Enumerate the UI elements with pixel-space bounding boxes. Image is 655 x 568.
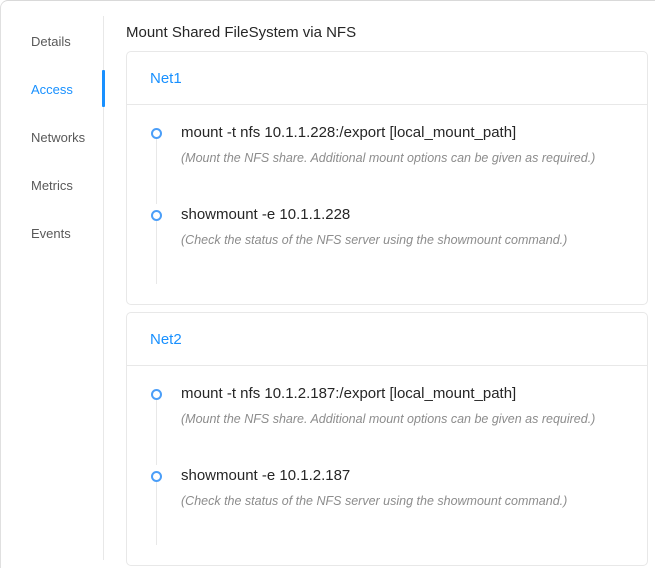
filesystem-access-panel: Details Access Networks Metrics Events M… — [0, 0, 655, 568]
tab-metrics[interactable]: Metrics — [1, 161, 105, 209]
mount-command: mount -t nfs 10.1.1.228:/export [local_m… — [181, 122, 623, 144]
tab-access[interactable]: Access — [1, 65, 105, 113]
tab-events[interactable]: Events — [1, 209, 105, 257]
timeline-item-showmount: showmount -e 10.1.2.187 (Check the statu… — [151, 465, 623, 545]
timeline-item-mount: mount -t nfs 10.1.2.187:/export [local_m… — [151, 383, 623, 465]
sidebar-tabs: Details Access Networks Metrics Events — [1, 1, 105, 568]
timeline-dot-icon — [151, 389, 162, 400]
card-net1-title: Net1 — [127, 52, 647, 105]
timeline-tail — [156, 481, 157, 545]
timeline-dot-icon — [151, 128, 162, 139]
timeline-item-mount: mount -t nfs 10.1.1.228:/export [local_m… — [151, 122, 623, 204]
mount-command-description: (Mount the NFS share. Additional mount o… — [181, 150, 623, 166]
card-net1: Net1 mount -t nfs 10.1.1.228:/export [lo… — [126, 51, 648, 305]
showmount-command-description: (Check the status of the NFS server usin… — [181, 232, 623, 248]
tab-networks[interactable]: Networks — [1, 113, 105, 161]
tab-panel-access: Mount Shared FileSystem via NFS Net1 mou… — [105, 1, 655, 568]
timeline-tail — [156, 220, 157, 284]
mount-command: mount -t nfs 10.1.2.187:/export [local_m… — [181, 383, 623, 405]
showmount-command: showmount -e 10.1.2.187 — [181, 465, 623, 487]
timeline-tail — [156, 138, 157, 204]
card-net2-title: Net2 — [127, 313, 647, 366]
card-net1-body: mount -t nfs 10.1.1.228:/export [local_m… — [127, 105, 647, 304]
tab-details[interactable]: Details — [1, 17, 105, 65]
showmount-command-description: (Check the status of the NFS server usin… — [181, 493, 623, 509]
page-title: Mount Shared FileSystem via NFS — [126, 23, 648, 42]
timeline-dot-icon — [151, 471, 162, 482]
card-net2-body: mount -t nfs 10.1.2.187:/export [local_m… — [127, 366, 647, 565]
timeline-dot-icon — [151, 210, 162, 221]
showmount-command: showmount -e 10.1.1.228 — [181, 204, 623, 226]
active-tab-indicator — [102, 70, 105, 107]
card-net2: Net2 mount -t nfs 10.1.2.187:/export [lo… — [126, 312, 648, 566]
mount-command-description: (Mount the NFS share. Additional mount o… — [181, 411, 623, 427]
timeline-tail — [156, 399, 157, 465]
timeline-item-showmount: showmount -e 10.1.1.228 (Check the statu… — [151, 204, 623, 284]
